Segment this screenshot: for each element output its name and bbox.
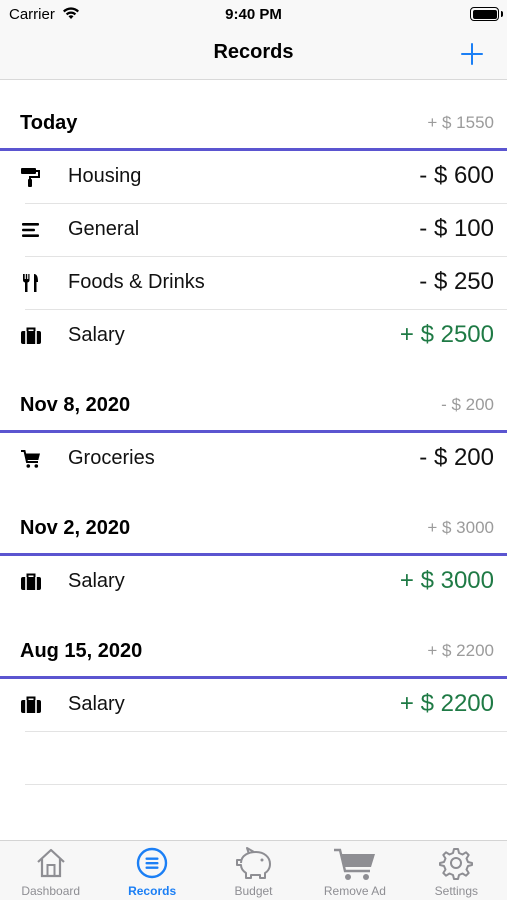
briefcase-icon <box>20 694 42 716</box>
navigation-bar: Records <box>0 28 507 80</box>
status-bar: Carrier 9:40 PM <box>0 0 507 28</box>
section-total: - $ 200 <box>441 395 494 414</box>
record-amount: - $ 600 <box>419 162 494 189</box>
record-amount: - $ 200 <box>419 444 494 471</box>
record-amount: + $ 3000 <box>399 567 494 594</box>
record-category: Housing <box>68 165 142 187</box>
record-row[interactable]: Salary + $ 3000 <box>0 556 507 609</box>
battery-icon <box>470 7 503 21</box>
section-date: Aug 15, 2020 <box>20 640 143 662</box>
record-category: Foods & Drinks <box>68 271 205 293</box>
record-row[interactable]: Salary + $ 2200 <box>0 679 507 732</box>
section-date: Nov 8, 2020 <box>20 394 131 416</box>
record-row[interactable]: Housing - $ 600 <box>0 151 507 204</box>
list-circle-icon <box>136 847 168 879</box>
tab-remove-ad[interactable]: Remove Ad <box>304 841 405 900</box>
tab-label: Settings <box>434 884 478 898</box>
paint-roller-icon <box>20 166 42 188</box>
record-row[interactable]: General - $ 100 <box>0 204 507 257</box>
record-category: Salary <box>68 324 125 346</box>
section-date: Nov 2, 2020 <box>20 517 131 539</box>
page-title: Records <box>213 41 294 63</box>
section-total: + $ 3000 <box>427 518 494 537</box>
briefcase-icon <box>20 325 42 347</box>
section-date: Today <box>20 112 78 134</box>
tab-label: Records <box>128 884 177 898</box>
tab-dashboard[interactable]: Dashboard <box>0 841 101 900</box>
tab-records[interactable]: Records <box>101 841 202 900</box>
record-category: Salary <box>68 693 125 715</box>
tab-settings[interactable]: Settings <box>406 841 507 900</box>
section-header: Nov 2, 2020 + $ 3000 <box>0 486 507 556</box>
tab-label: Dashboard <box>21 884 81 898</box>
shopping-cart-icon <box>20 448 42 470</box>
home-icon <box>36 848 65 878</box>
list-icon <box>20 219 42 241</box>
briefcase-icon <box>20 571 42 593</box>
section-header: Aug 15, 2020 + $ 2200 <box>0 609 507 679</box>
record-row[interactable]: Salary + $ 2500 <box>0 310 507 363</box>
utensils-icon <box>20 272 42 294</box>
piggy-bank-icon <box>235 847 271 879</box>
record-amount: - $ 250 <box>419 268 494 295</box>
tab-budget[interactable]: Budget <box>203 841 304 900</box>
record-row[interactable]: Groceries - $ 200 <box>0 433 507 486</box>
tab-label: Budget <box>234 884 273 898</box>
status-time: 9:40 PM <box>225 6 282 23</box>
tab-bar: Dashboard Records Budget Remove Ad Setti… <box>0 840 507 900</box>
record-amount: - $ 100 <box>419 215 494 242</box>
section-total: + $ 2200 <box>427 641 494 660</box>
records-list[interactable]: Today + $ 1550 Housing - $ 600 General -… <box>0 81 507 785</box>
record-category: General <box>68 218 140 240</box>
gear-icon <box>439 848 474 880</box>
section-header: Nov 8, 2020 - $ 200 <box>0 363 507 433</box>
section-header: Today + $ 1550 <box>0 81 507 151</box>
record-category: Salary <box>68 570 125 592</box>
empty-row <box>0 732 507 785</box>
row-divider <box>25 784 507 785</box>
cart-icon <box>333 848 375 880</box>
tab-label: Remove Ad <box>323 884 386 898</box>
record-amount: + $ 2500 <box>399 321 494 348</box>
section-total: + $ 1550 <box>427 113 494 132</box>
record-row[interactable]: Foods & Drinks - $ 250 <box>0 257 507 310</box>
add-record-button[interactable] <box>457 39 487 69</box>
record-amount: + $ 2200 <box>399 690 494 717</box>
record-category: Groceries <box>68 447 155 469</box>
